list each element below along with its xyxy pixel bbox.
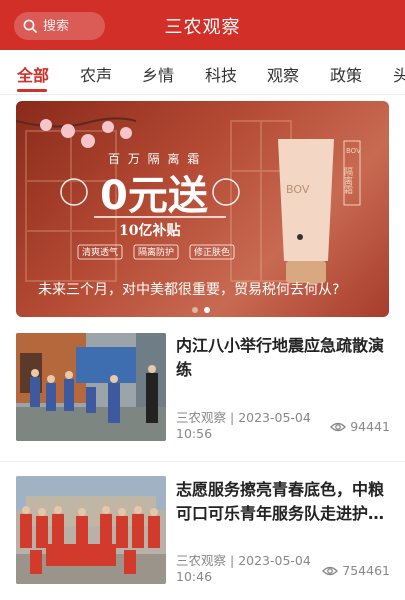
news-views: 94441 xyxy=(330,419,390,434)
tab-keji[interactable]: 科技 xyxy=(205,62,237,86)
banner-carousel[interactable]: 百 万 隔 离 霜 0元送 10亿补贴 清爽透气 隔离防护 修正肤色 BOV B… xyxy=(16,101,389,317)
svg-text:BOV: BOV xyxy=(346,147,361,155)
product-image: BOV xyxy=(278,139,334,283)
news-source: 三农观察 xyxy=(176,410,227,425)
tab-xiangqing[interactable]: 乡情 xyxy=(142,62,174,86)
news-date: 2023-05-04 xyxy=(238,553,311,568)
news-source: 三农观察 xyxy=(176,553,227,568)
news-thumbnail xyxy=(16,476,166,584)
meta-separator: | xyxy=(230,410,239,425)
news-meta: 三农观察 | 2023-05-04 10:56 xyxy=(176,410,316,442)
tab-zhengce[interactable]: 政策 xyxy=(330,62,362,86)
tab-all[interactable]: 全部 xyxy=(17,62,49,86)
carousel-indicator xyxy=(192,307,210,313)
banner-caption: 未来三个月，对中美都很重要，贸易税何去何从? xyxy=(38,282,340,298)
tab-nongsheng[interactable]: 农声 xyxy=(80,62,112,86)
news-time: 10:56 xyxy=(176,426,213,441)
news-item[interactable]: 志愿服务擦亮青春底色，中粮可口可乐青年服务队走进护… 三农观察 | 2023-0… xyxy=(0,476,405,600)
news-item[interactable]: 内江八小举行地震应急疏散演练 三农观察 | 2023-05-04 10:56 9… xyxy=(0,331,405,461)
tab-guancha[interactable]: 观察 xyxy=(267,62,299,86)
tab-toutiao[interactable]: 头 xyxy=(393,62,405,86)
svg-text:清爽透气: 清爽透气 xyxy=(82,246,118,258)
news-views: 754461 xyxy=(322,563,390,578)
svg-text:隔离防护: 隔离防护 xyxy=(138,246,174,258)
active-tab-indicator xyxy=(17,89,47,92)
news-thumbnail xyxy=(16,333,166,441)
meta-separator: | xyxy=(230,553,239,568)
divider xyxy=(0,461,405,462)
view-count: 754461 xyxy=(342,563,390,578)
carousel-dot[interactable] xyxy=(192,307,198,313)
category-tabs: 全部 农声 乡情 科技 观察 政策 头 xyxy=(0,50,405,95)
svg-text:0元送: 0元送 xyxy=(100,173,208,219)
news-time: 10:46 xyxy=(176,569,213,584)
top-bar: 三农观察 xyxy=(0,0,405,50)
news-meta: 三农观察 | 2023-05-04 10:46 xyxy=(176,553,316,585)
news-title[interactable]: 内江八小举行地震应急疏散演练 xyxy=(176,334,390,382)
eye-icon xyxy=(322,566,339,575)
eye-icon xyxy=(330,422,347,431)
svg-text:隔离霜: 隔离霜 xyxy=(342,167,353,195)
carousel-dot-active[interactable] xyxy=(204,307,210,313)
svg-text:BOV: BOV xyxy=(286,183,310,196)
news-title[interactable]: 志愿服务擦亮青春底色，中粮可口可乐青年服务队走进护… xyxy=(176,478,390,526)
news-date: 2023-05-04 xyxy=(238,410,311,425)
page-title: 三农观察 xyxy=(164,17,241,38)
svg-text:修正肤色: 修正肤色 xyxy=(194,246,230,258)
view-count: 94441 xyxy=(350,419,390,434)
svg-text:百 万 隔 离 霜: 百 万 隔 离 霜 xyxy=(108,151,201,166)
svg-text:10亿补贴: 10亿补贴 xyxy=(119,222,180,239)
